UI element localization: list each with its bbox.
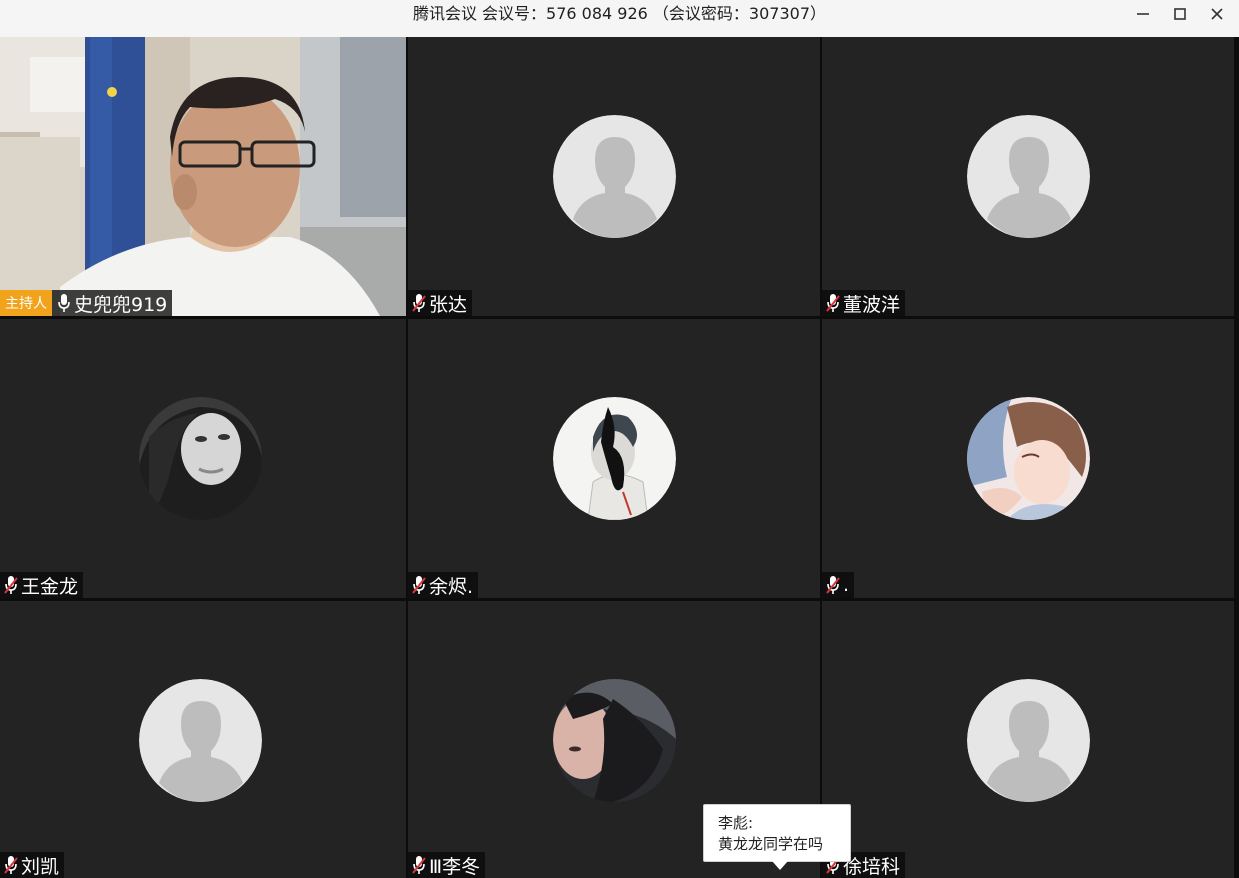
participant-tile[interactable]: 王金龙 xyxy=(0,319,406,598)
participant-tile[interactable]: 余烬. xyxy=(408,319,820,598)
mic-muted-icon xyxy=(4,856,18,874)
mic-muted-icon xyxy=(412,294,426,312)
window-title: 腾讯会议 会议号：576 084 926 （会议密码：307307） xyxy=(412,4,827,23)
participant-nametag: 主持人 史兜兜919 xyxy=(0,290,173,316)
participant-tile[interactable]: 主持人 史兜兜919 xyxy=(0,37,406,316)
participant-name: 张达 xyxy=(429,293,468,316)
default-avatar-icon xyxy=(967,679,1090,802)
mic-muted-icon xyxy=(412,576,426,594)
close-button[interactable] xyxy=(1199,0,1235,28)
host-badge: 主持人 xyxy=(0,290,52,316)
avatar-photo xyxy=(139,397,262,520)
participant-nametag: 余烬. xyxy=(408,572,479,598)
participant-tile[interactable]: . xyxy=(822,319,1234,598)
chat-bubble[interactable]: 李彪: 黄龙龙同学在吗 xyxy=(703,804,851,870)
mic-muted-icon xyxy=(4,576,18,594)
participant-name: 董波洋 xyxy=(843,293,901,316)
chat-sender: 李彪: xyxy=(718,814,754,832)
close-icon xyxy=(1211,8,1223,20)
participant-nametag: Ⅲ李冬 xyxy=(408,852,486,878)
avatar-photo xyxy=(553,679,676,802)
default-avatar-icon xyxy=(553,115,676,238)
default-avatar-icon xyxy=(139,679,262,802)
participant-nametag: 张达 xyxy=(408,290,473,316)
mic-muted-icon xyxy=(826,294,840,312)
maximize-icon xyxy=(1174,8,1186,20)
participant-tile[interactable]: 徐培科 xyxy=(822,601,1234,878)
participant-name: Ⅲ李冬 xyxy=(429,855,481,878)
mic-icon xyxy=(58,294,70,312)
participant-name: 刘凯 xyxy=(21,855,60,878)
maximize-button[interactable] xyxy=(1162,0,1198,28)
participant-name: 徐培科 xyxy=(843,855,901,878)
participant-name: 王金龙 xyxy=(21,575,79,598)
mic-muted-icon xyxy=(826,576,840,594)
minimize-button[interactable] xyxy=(1125,0,1161,28)
chat-message: 黄龙龙同学在吗 xyxy=(718,835,824,853)
title-bar: 腾讯会议 会议号：576 084 926 （会议密码：307307） xyxy=(0,0,1239,38)
avatar-illustration xyxy=(967,397,1090,520)
participant-nametag: 刘凯 xyxy=(0,852,65,878)
participant-name: . xyxy=(843,574,850,596)
participant-name: 史兜兜919 xyxy=(74,293,168,316)
participant-name: 余烬. xyxy=(429,575,474,598)
participant-tile[interactable]: 刘凯 xyxy=(0,601,406,878)
default-avatar-icon xyxy=(967,115,1090,238)
avatar-illustration xyxy=(553,397,676,520)
participant-nametag: 王金龙 xyxy=(0,572,84,598)
participant-tile[interactable]: 董波洋 xyxy=(822,37,1234,316)
participant-nametag: . xyxy=(822,572,855,598)
minimize-icon xyxy=(1137,13,1149,15)
participant-tile[interactable]: 张达 xyxy=(408,37,820,316)
mic-muted-icon xyxy=(412,856,426,874)
camera-feed xyxy=(0,37,406,316)
video-grid: 主持人 史兜兜919 张达 董波洋 王金龙 余烬. . 刘凯 Ⅲ李冬 徐培科 xyxy=(0,37,1239,878)
participant-nametag: 董波洋 xyxy=(822,290,906,316)
